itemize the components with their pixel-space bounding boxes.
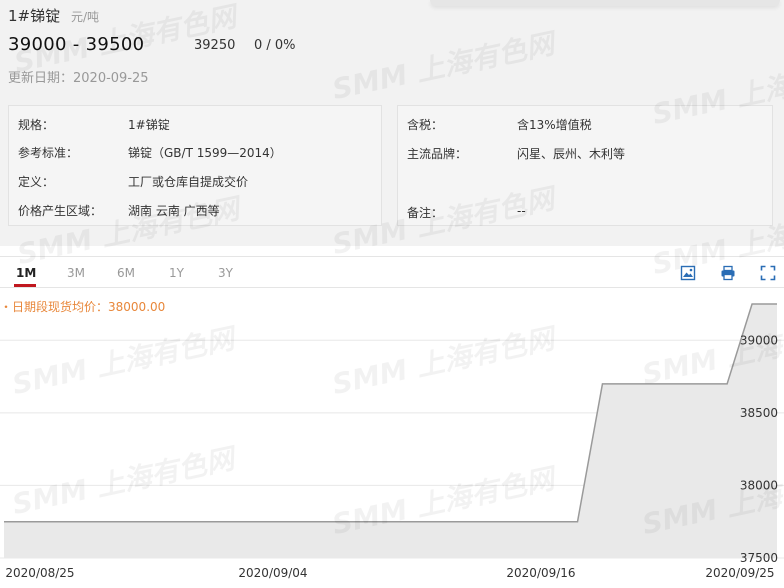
period-tabs: 1M 3M 6M 1Y 3Y	[0, 256, 784, 288]
chart-plot	[3, 303, 778, 558]
spec-table-left: 规格： 1#锑锭 参考标准： 锑锭（GB/T 1599—2014） 定义： 工厂或仓库…	[8, 105, 382, 226]
x-tick-label: 2020/09/25	[705, 566, 774, 580]
tab-3y[interactable]: 3Y	[218, 266, 233, 280]
price-chart: 39000 38500 38000 37500 2020/08/25 2020/09/0…	[0, 303, 784, 580]
active-tab-underline	[14, 284, 36, 287]
x-tick-label: 2020/09/16	[506, 566, 575, 580]
top-bar-shadow	[430, 0, 780, 6]
x-tick-label: 2020/08/25	[5, 566, 74, 580]
spec-key: 含税：	[407, 118, 444, 132]
spec-value: 工厂或仓库自提成交价	[128, 175, 249, 189]
x-tick-label: 2020/09/04	[238, 566, 307, 580]
fullscreen-icon[interactable]	[760, 265, 776, 281]
spec-table-right: 含税： 含13%增值税 主流品牌： 闪星、辰州、木利等 备注： --	[397, 105, 773, 226]
spec-value: 含13%增值税	[517, 118, 592, 132]
update-date: 更新日期：2020-09-25	[8, 71, 149, 86]
y-tick-label: 38500	[740, 406, 778, 420]
series-area	[4, 304, 777, 558]
spec-value: 湖南 云南 广西等	[128, 204, 220, 218]
tab-1y[interactable]: 1Y	[169, 266, 184, 280]
spec-key: 规格：	[18, 118, 55, 132]
average-price: 39250	[194, 38, 236, 53]
spec-value: --	[517, 204, 526, 218]
price-unit: 元/吨	[71, 10, 100, 24]
tab-3m[interactable]: 3M	[67, 266, 85, 280]
save-image-icon[interactable]	[680, 265, 696, 281]
tab-6m[interactable]: 6M	[117, 266, 135, 280]
price-header: 1#锑锭 元/吨 39000 - 39500 39250 0 / 0% 更新日期…	[0, 0, 784, 246]
spec-key: 参考标准：	[18, 146, 79, 160]
spec-value: 1#锑锭	[128, 118, 170, 132]
print-icon[interactable]	[720, 265, 736, 281]
x-axis-labels: 2020/08/25 2020/09/04 2020/09/16 2020/09/25	[5, 566, 774, 580]
spec-key: 定义：	[18, 175, 55, 189]
spec-key: 价格产生区域：	[18, 204, 103, 218]
spec-key: 主流品牌：	[407, 147, 468, 161]
y-tick-label: 38000	[740, 478, 778, 492]
spec-value: 闪星、辰州、木利等	[517, 147, 626, 161]
price-change: 0 / 0%	[254, 38, 296, 53]
spec-value: 锑锭（GB/T 1599—2014）	[128, 146, 282, 160]
spec-key: 备注：	[407, 206, 444, 220]
product-title: 1#锑锭	[8, 7, 61, 25]
y-tick-label: 37500	[740, 551, 778, 565]
price-range: 39000 - 39500	[8, 34, 145, 55]
tab-1m[interactable]: 1M	[16, 266, 36, 280]
y-tick-label: 39000	[740, 333, 778, 347]
